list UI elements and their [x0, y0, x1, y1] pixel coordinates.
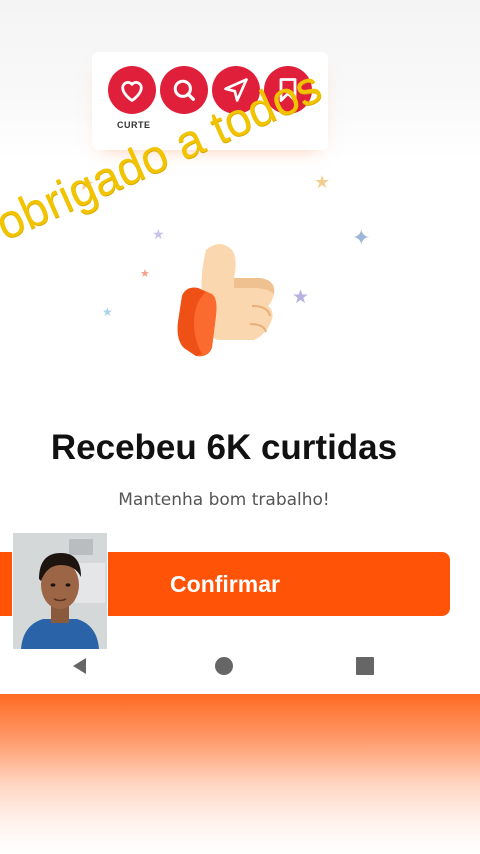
- star-decoration: ✦: [352, 226, 371, 251]
- star-decoration: ★: [140, 267, 150, 280]
- back-icon[interactable]: [70, 656, 90, 680]
- star-decoration: ★: [292, 286, 310, 308]
- recents-icon[interactable]: [355, 656, 375, 680]
- dialog-subtitle: Mantenha bom trabalho!: [118, 490, 330, 510]
- star-decoration: ★: [152, 227, 165, 243]
- presenter-image: [13, 533, 107, 649]
- heart-icon: [108, 66, 156, 114]
- thumbs-up-illustration: [177, 244, 275, 357]
- star-decoration: ★: [102, 305, 113, 319]
- bottom-background: [0, 694, 480, 854]
- home-icon[interactable]: [214, 656, 234, 680]
- star-decoration: ★: [314, 172, 331, 193]
- confirm-button-label: Confirmar: [170, 570, 280, 597]
- presenter-video-thumbnail: [12, 532, 108, 650]
- dialog-title: Recebeu 6K curtidas: [50, 428, 398, 467]
